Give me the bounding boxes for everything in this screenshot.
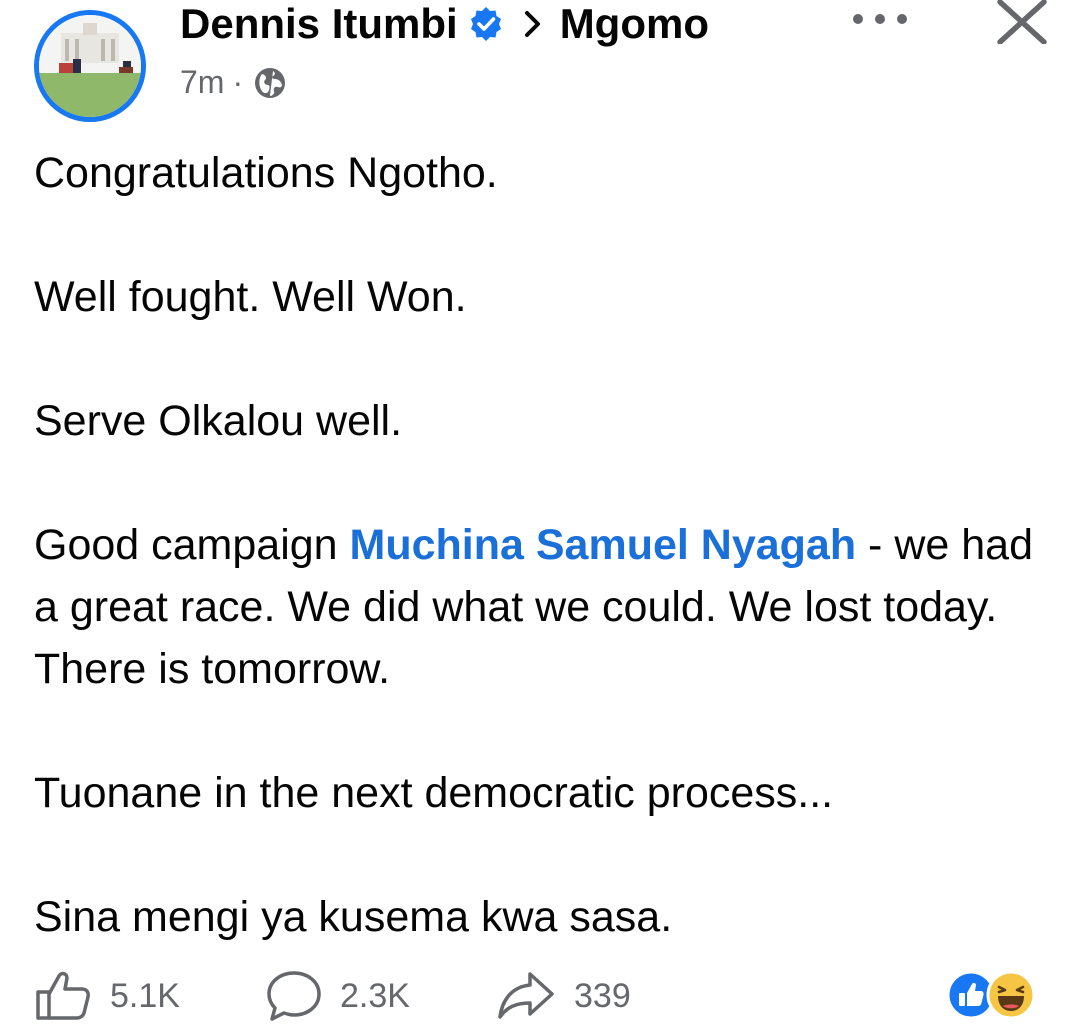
post-paragraph: Tuonane in the next democratic process..… xyxy=(34,769,834,817)
author-line: Dennis Itumbi Mgomo xyxy=(180,0,709,48)
reaction-summary[interactable] xyxy=(946,970,1046,1022)
chevron-right-icon xyxy=(522,9,544,39)
post-paragraph-mention: Good campaign Muchina Samuel Nyagah - we… xyxy=(34,514,1044,700)
haha-reaction-icon xyxy=(986,970,1036,1020)
close-icon[interactable] xyxy=(994,0,1050,45)
post-timestamp[interactable]: 7m xyxy=(180,64,224,101)
group-name[interactable]: Mgomo xyxy=(560,0,709,48)
share-count: 339 xyxy=(574,976,631,1015)
like-button[interactable]: 5.1K xyxy=(34,970,180,1022)
post-paragraph: Sina mengi ya kusema kwa sasa. xyxy=(34,893,673,941)
comment-bubble-icon xyxy=(267,971,321,1021)
more-options-icon[interactable] xyxy=(848,8,912,30)
post-paragraph: Serve Olkalou well. xyxy=(34,397,403,445)
post-body: Congratulations Ngotho. Well fought. Wel… xyxy=(34,142,1044,948)
globe-icon xyxy=(253,66,287,100)
meta-separator: · xyxy=(232,64,244,100)
comment-count: 2.3K xyxy=(340,976,410,1015)
comment-button[interactable]: 2.3K xyxy=(266,970,410,1022)
mention-link[interactable]: Muchina Samuel Nyagah xyxy=(350,521,857,569)
share-button[interactable]: 339 xyxy=(496,970,631,1022)
share-arrow-icon xyxy=(498,972,554,1019)
post-text: Good campaign xyxy=(34,521,350,569)
post-header: Dennis Itumbi Mgomo 7m · xyxy=(0,0,1080,122)
post-paragraph: Well fought. Well Won. xyxy=(34,273,467,321)
post-actions: 5.1K 2.3K 339 xyxy=(0,962,1080,1029)
author-avatar[interactable] xyxy=(34,10,146,122)
post-meta: 7m · xyxy=(180,64,287,101)
post-paragraph: Congratulations Ngotho. xyxy=(34,149,498,197)
thumbs-up-icon xyxy=(36,971,90,1020)
verified-badge-icon xyxy=(468,6,504,42)
author-name[interactable]: Dennis Itumbi xyxy=(180,0,458,48)
like-count: 5.1K xyxy=(110,976,180,1015)
